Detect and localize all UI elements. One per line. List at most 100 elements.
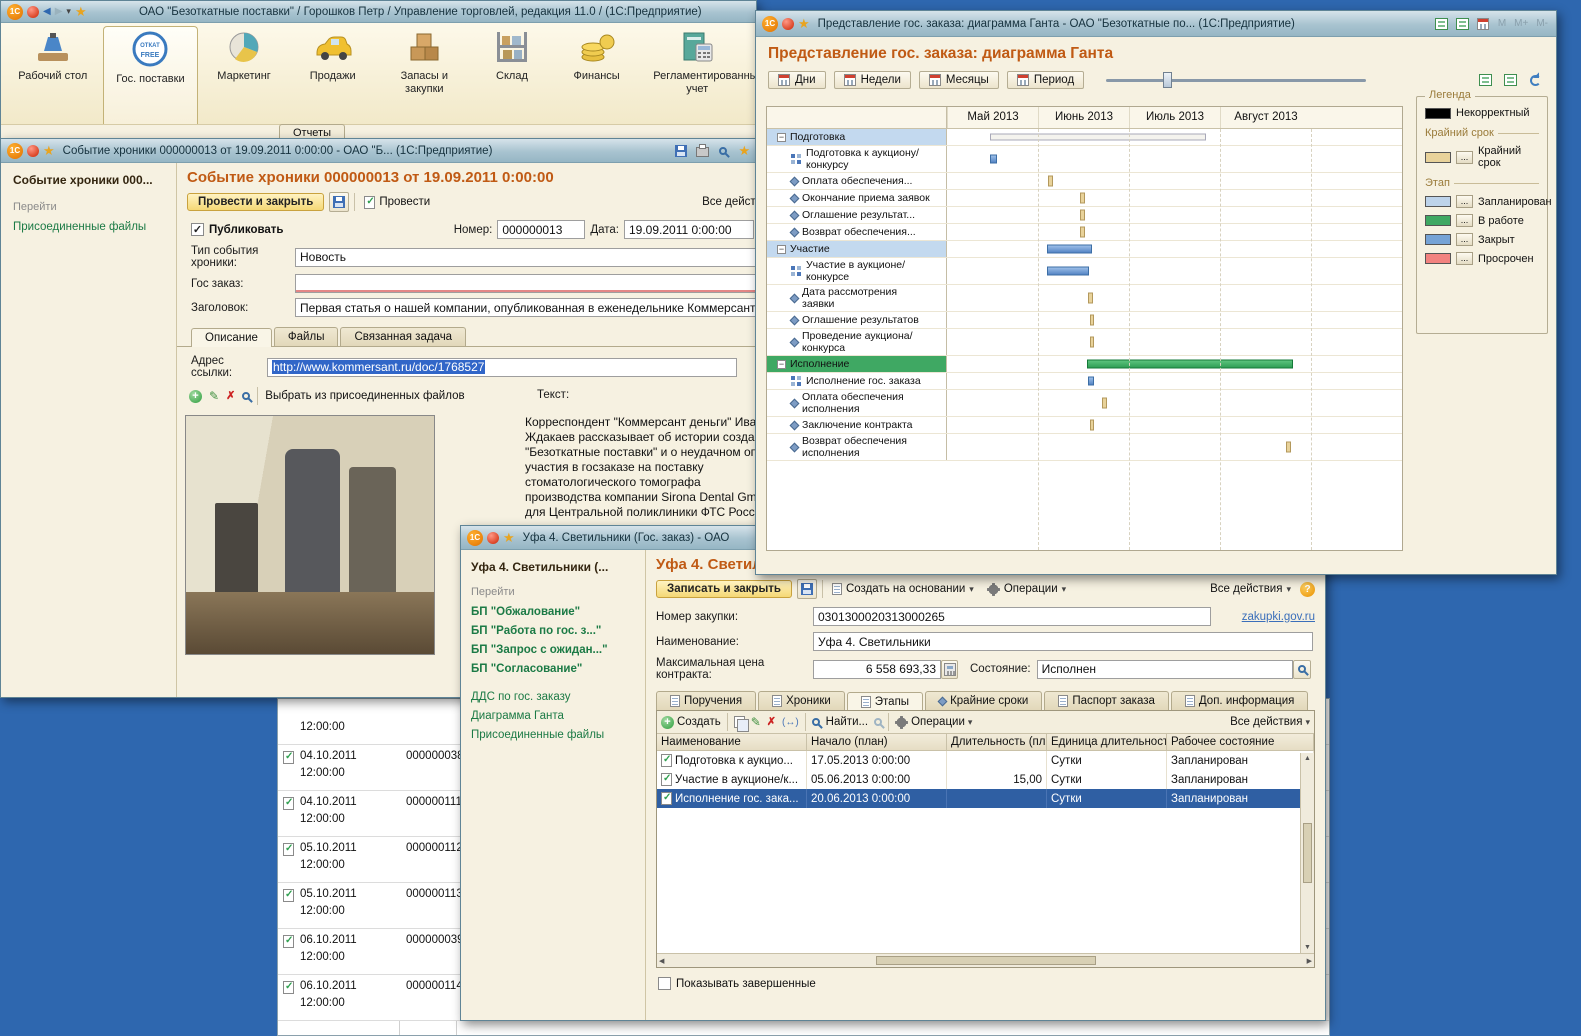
section-warehouse[interactable]: Склад	[473, 26, 551, 124]
find-icon[interactable]	[812, 718, 820, 726]
export-table-icon[interactable]	[1433, 16, 1450, 32]
preview-icon[interactable]	[715, 143, 732, 159]
help-button[interactable]: ?	[1300, 582, 1315, 597]
gantt-bar[interactable]	[1102, 398, 1107, 409]
months-button[interactable]: Месяцы	[919, 71, 999, 89]
slider-thumb[interactable]	[1163, 72, 1172, 88]
tab-description[interactable]: Описание	[191, 328, 272, 347]
gantt-milestone-row[interactable]: Окончание приема заявок	[767, 190, 1402, 207]
table-row-selected[interactable]: Исполнение гос. зака... 20.06.2013 0:00:…	[657, 789, 1314, 808]
all-actions-button[interactable]: Все действия▾	[1230, 716, 1310, 728]
gantt-bar[interactable]	[1088, 293, 1093, 304]
column-header-duration[interactable]: Длительность (план)	[947, 734, 1047, 750]
favorites-star-icon[interactable]: ★	[75, 5, 87, 18]
scrollbar-thumb[interactable]	[1303, 823, 1312, 883]
column-header-state[interactable]: Рабочее состояние	[1167, 734, 1314, 750]
all-actions-button[interactable]: Все действия▾	[1206, 581, 1295, 597]
inwork-color-button[interactable]: ...	[1456, 214, 1473, 227]
gantt-bar[interactable]	[990, 134, 1206, 141]
gantt-bar[interactable]	[1090, 315, 1095, 326]
price-input[interactable]: 6 558 693,33	[813, 660, 941, 679]
publish-checkbox[interactable]: ✓	[191, 223, 204, 236]
copy-button[interactable]	[734, 716, 745, 728]
add-image-button[interactable]: +	[189, 390, 202, 403]
gantt-bar[interactable]	[1090, 420, 1095, 431]
memory-minus-button[interactable]: M-	[1534, 18, 1550, 29]
save-button[interactable]	[797, 579, 817, 599]
scroll-up-icon[interactable]: ▲	[1304, 755, 1311, 762]
article-text[interactable]: Корреспондент "Коммерсант деньги" Иван Ж…	[525, 415, 780, 520]
section-workdesk[interactable]: Рабочий стол	[5, 26, 101, 124]
print-icon[interactable]	[694, 143, 711, 159]
scrollbar-thumb[interactable]	[876, 956, 1096, 965]
chart-settings2-icon[interactable]	[1502, 72, 1519, 88]
show-completed-checkbox[interactable]	[658, 977, 671, 990]
export-table2-icon[interactable]	[1454, 16, 1471, 32]
deadline-color-button[interactable]: ...	[1456, 151, 1473, 164]
delete-button[interactable]: ✗	[767, 717, 776, 728]
section-regulated-accounting[interactable]: Регламентированный учет	[642, 26, 752, 124]
section-sales[interactable]: Продажи	[290, 26, 376, 124]
gantt-milestone-row[interactable]: Оплата обеспечения...	[767, 173, 1402, 190]
number-input[interactable]: 000000013	[497, 220, 585, 239]
price-calculator-button[interactable]	[941, 660, 958, 679]
gantt-milestone-row[interactable]: Проведение аукциона/конкурса	[767, 329, 1402, 356]
tab-files[interactable]: Файлы	[274, 327, 339, 346]
sidebar-link-attachments[interactable]: Присоединенные файлы	[471, 729, 635, 741]
calendar-icon[interactable]	[1475, 16, 1492, 32]
scroll-down-icon[interactable]: ▼	[1304, 944, 1311, 951]
choose-attached-files-button[interactable]: Выбрать из присоединенных файлов	[265, 390, 464, 402]
gantt-milestone-row[interactable]: Оглашение результатов	[767, 312, 1402, 329]
gantt-milestone-row[interactable]: Дата рассмотрения заявки	[767, 285, 1402, 312]
gantt-group-execution[interactable]: −Исполнение	[767, 356, 1402, 373]
gantt-bar[interactable]	[1088, 377, 1093, 386]
url-input[interactable]: http://www.kommersant.ru/doc/1768527	[267, 358, 737, 377]
operations-button[interactable]: Операции▾	[983, 581, 1070, 598]
gantt-group-preparation[interactable]: −Подготовка	[767, 129, 1402, 146]
gantt-bar[interactable]	[990, 155, 996, 164]
gantt-titlebar[interactable]: 1С ★ Представление гос. заказа: диаграмм…	[756, 11, 1556, 37]
gantt-bar[interactable]	[1286, 442, 1291, 453]
zakupki-link[interactable]: zakupki.gov.ru	[1242, 611, 1315, 623]
favorites-star-icon[interactable]: ★	[798, 17, 810, 30]
gantt-task-row[interactable]: Подготовка к аукциону/конкурсу	[767, 146, 1402, 173]
days-button[interactable]: Дни	[768, 71, 826, 89]
post-button[interactable]: Провести	[360, 194, 434, 211]
tab-chronicles[interactable]: Хроники	[758, 691, 845, 710]
state-input[interactable]: Исполнен	[1037, 660, 1293, 679]
gantt-group-participation[interactable]: −Участие	[767, 241, 1402, 258]
memory-plus-button[interactable]: M+	[1512, 18, 1530, 29]
period-button[interactable]: Период	[1007, 71, 1084, 89]
tab-stages[interactable]: Этапы	[847, 692, 923, 711]
set-interval-button[interactable]: (↔)	[782, 717, 799, 728]
gantt-milestone-row[interactable]: Возврат обеспечения...	[767, 224, 1402, 241]
name-input[interactable]: Уфа 4. Светильники	[813, 632, 1313, 651]
sidebar-link-dds[interactable]: ДДС по гос. заказу	[471, 691, 635, 703]
collapse-icon[interactable]: −	[777, 360, 786, 369]
gantt-bar[interactable]	[1048, 176, 1053, 187]
favorites-star-icon[interactable]: ★	[503, 531, 515, 544]
save-button[interactable]	[329, 192, 349, 212]
delete-image-button[interactable]: ✗	[226, 391, 235, 402]
add-favorite-icon[interactable]: ★	[736, 143, 753, 159]
zoom-slider[interactable]	[1106, 72, 1366, 88]
gantt-bar[interactable]	[1087, 360, 1293, 369]
scroll-left-icon[interactable]: ◀	[659, 957, 664, 965]
collapse-icon[interactable]: −	[777, 245, 786, 254]
zoom-image-button[interactable]	[242, 392, 250, 400]
section-gov-supplies[interactable]: ОТКАТFREE Гос. поставки	[103, 26, 199, 124]
column-header-start[interactable]: Начало (план)	[807, 734, 947, 750]
date-input[interactable]: 19.09.2011 0:00:00	[624, 220, 754, 239]
find-button[interactable]: Найти...	[826, 716, 868, 728]
gantt-bar[interactable]	[1080, 210, 1085, 221]
gantt-milestone-row[interactable]: Возврат обеспечения исполнения	[767, 434, 1402, 461]
back-button[interactable]: ◀	[43, 6, 51, 17]
window-menu-icon[interactable]	[487, 532, 499, 544]
operations-button[interactable]: Операции▾	[895, 716, 972, 729]
gantt-milestone-row[interactable]: Оглашение результат...	[767, 207, 1402, 224]
gantt-bar[interactable]	[1090, 337, 1095, 348]
clear-find-icon[interactable]	[874, 718, 882, 726]
tab-extra-info[interactable]: Доп. информация	[1171, 691, 1309, 710]
forward-button[interactable]: ▶	[55, 6, 63, 17]
gantt-task-row[interactable]: Участие в аукционе/конкурсе	[767, 258, 1402, 285]
